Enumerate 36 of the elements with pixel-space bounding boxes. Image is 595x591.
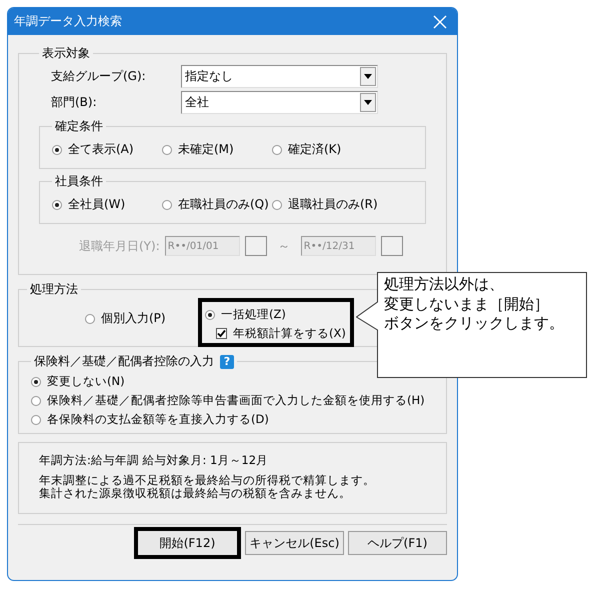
dialog-button[interactable]: 開始(F12) [134, 527, 241, 559]
radio-button[interactable]: 確定済(K) [272, 141, 342, 158]
radio-button[interactable]: 未確定(M) [162, 141, 272, 158]
dropdown-field[interactable]: 指定なし [181, 65, 378, 88]
group-title: 表示対象 [41, 45, 91, 62]
radio-button[interactable]: 個別入力(P) [85, 310, 190, 327]
radio-button[interactable]: 退職社員のみ(R) [272, 196, 378, 213]
radio-button[interactable]: 各保険料の支払金額等を直接入力する(D) [31, 412, 434, 427]
dialog-button[interactable]: ヘルプ(F1) [348, 531, 447, 555]
group-title: 社員条件 [54, 173, 104, 190]
range-separator: ～ [276, 238, 291, 254]
field-label: 退職年月日(Y): [79, 238, 160, 254]
field-label: 部門(B): [50, 94, 98, 111]
callout-text: 処理方法以外は、 変更しないまま［開始］ ボタンをクリックします。 [384, 275, 564, 334]
info-text: 年末調整による過不足税額を最終給与の所得税で精算します。 集計された源泉徴収税額は最終給与の税額を含みません。 [39, 474, 376, 500]
dropdown-arrow-icon [364, 74, 372, 79]
group-title: 保険料／基礎／配偶者控除の入力 [34, 353, 214, 370]
dropdown-arrow-icon [364, 100, 372, 105]
group-title: 処理方法 [29, 281, 79, 298]
radio-button[interactable]: 変更しない(N) [31, 374, 434, 389]
help-button[interactable]: ? [220, 354, 234, 368]
radio-button[interactable]: 全社員(W) [52, 196, 162, 213]
info-text: 年調方法:給与年調 給与対象月: 1月～12月 [39, 453, 270, 468]
radio-button[interactable]: 一括処理(Z) [205, 307, 286, 322]
group-title: 確定条件 [54, 118, 104, 135]
dialog-button[interactable]: キャンセル(Esc) [244, 531, 344, 555]
radio-button[interactable]: 在職社員のみ(Q) [162, 196, 272, 213]
field-label: 支給グループ(G): [50, 68, 147, 85]
calendar-button[interactable] [380, 236, 403, 256]
window-title: 年調データ入力検索 [14, 13, 122, 30]
radio-button[interactable]: 保険料／基礎／配偶者控除等申告書画面で入力した金額を使用する(H) [31, 393, 434, 408]
calendar-button[interactable] [244, 236, 267, 256]
radio-button[interactable]: 全て表示(A) [52, 141, 162, 158]
dropdown-field[interactable]: 全社 [181, 91, 378, 114]
close-icon[interactable] [433, 14, 447, 28]
checkbox[interactable]: 年税額計算をする(X) [205, 326, 346, 341]
